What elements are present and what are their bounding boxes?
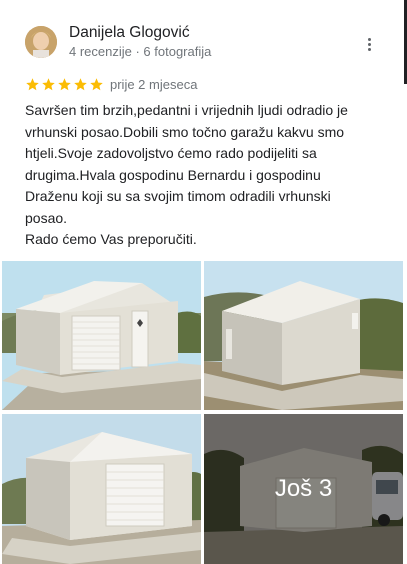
reviewer-name[interactable]: Danijela Glogović [69, 24, 190, 42]
star-icon [74, 78, 87, 91]
star-icon [90, 78, 103, 91]
star-rating [25, 77, 104, 93]
review-photo-1[interactable] [2, 261, 201, 410]
more-options-icon[interactable] [359, 34, 379, 54]
review-text: Savršen tim brzih,pedantni i vrijednih l… [25, 102, 348, 247]
star-icon [42, 78, 55, 91]
reviewer-meta: 4 recenzije · 6 fotografija [69, 44, 212, 59]
star-icon [26, 78, 39, 91]
avatar[interactable] [25, 26, 57, 58]
review-date: prije 2 mjeseca [110, 77, 198, 92]
review-photo-3[interactable] [2, 414, 201, 564]
review-photo-more[interactable]: Još 3 [204, 414, 403, 564]
avatar-image [25, 26, 57, 58]
star-icon [58, 78, 71, 91]
review-card: Danijela Glogović 4 recenzije · 6 fotogr… [0, 0, 407, 564]
more-photos-label: Još 3 [274, 475, 333, 502]
more-photos-overlay[interactable]: Još 3 [204, 414, 403, 564]
review-photo-2[interactable] [204, 261, 403, 410]
